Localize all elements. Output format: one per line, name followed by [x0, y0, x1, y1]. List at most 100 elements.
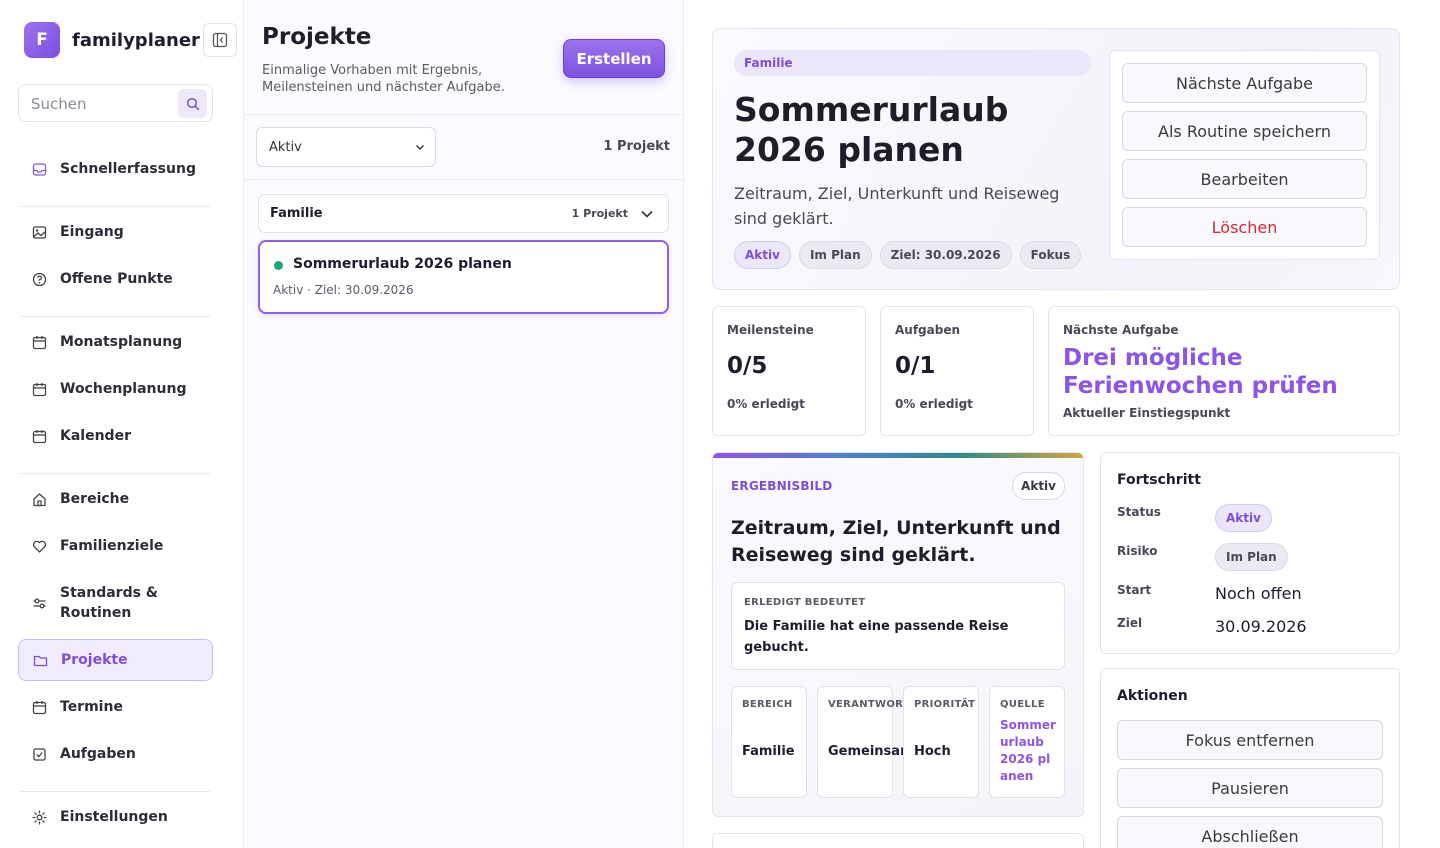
sidebar-item-label: Offene Punkte: [60, 271, 173, 287]
meta-owner: VERANTWORTLICH Gemeinsam: [817, 686, 937, 798]
sidebar-item-label: Monatsplanung: [60, 334, 183, 350]
progress-label: Ziel: [1117, 616, 1143, 630]
search-icon: [186, 97, 199, 110]
calendar-icon: [31, 381, 47, 397]
status-filter-value: Aktiv: [269, 139, 302, 155]
progress-status-chip: Aktiv: [1215, 504, 1272, 532]
edit-button[interactable]: Bearbeiten: [1122, 159, 1367, 199]
sidebar-item-aufgaben[interactable]: Aufgaben: [18, 738, 213, 770]
next-task-button[interactable]: Nächste Aufgabe: [1122, 63, 1367, 103]
sidebar-item-label: Kalender: [60, 428, 131, 444]
sidebar-item-label: Aufgaben: [60, 746, 136, 762]
sidebar-item-projekte[interactable]: Projekte: [18, 639, 213, 681]
sidebar-item-label: Projekte: [61, 652, 128, 668]
actions-title: Aktionen: [1117, 688, 1188, 704]
status-chips: Aktiv Im Plan Ziel: 30.09.2026 Fokus: [734, 241, 1082, 269]
sidebar-item-monatsplanung[interactable]: Monatsplanung: [18, 326, 213, 358]
search-button[interactable]: [178, 89, 207, 118]
save-as-routine-button[interactable]: Als Routine speichern: [1122, 111, 1367, 151]
project-name: Sommerurlaub 2026 planen: [293, 256, 512, 272]
status-filter-select[interactable]: Aktiv: [256, 127, 436, 167]
sidebar-item-label: Wochenplanung: [60, 381, 187, 397]
meta-area: BEREICH Familie: [731, 686, 807, 798]
home-icon: [31, 491, 47, 507]
sidebar-item-label: Termine: [60, 699, 123, 715]
image-icon: [31, 224, 47, 240]
meta-label: QUELLE: [1000, 699, 1045, 710]
heart-icon: [31, 538, 47, 554]
status-dot: [274, 261, 283, 270]
progress-label: Status: [1117, 505, 1161, 519]
project-list-panel: Projekte Einmalige Vorhaben mit Ergebnis…: [244, 0, 684, 848]
sidebar-item-kalender[interactable]: Kalender: [18, 420, 213, 452]
sidebar-item-label: Eingang: [60, 224, 124, 240]
stat-milestones: Meilensteine 0/5 0% erledigt: [712, 306, 866, 436]
sliders-icon: [31, 595, 47, 611]
sidebar-item-offene-punkte[interactable]: Offene Punkte: [18, 263, 213, 295]
result-title: Zeitraum, Ziel, Unterkunft und Reiseweg …: [731, 517, 1061, 566]
sidebar-item-label: Einstellungen: [60, 809, 168, 825]
stat-label: Meilensteine: [727, 323, 814, 337]
sidebar-item-label: Familienziele: [60, 538, 164, 554]
chip-risk: Im Plan: [798, 241, 872, 269]
hero-actions: Nächste Aufgabe Als Routine speichern Be…: [1109, 50, 1380, 260]
stat-sub: 0% erledigt: [895, 397, 973, 411]
brand[interactable]: F familyplaner: [24, 22, 200, 58]
sidebar-item-termine[interactable]: Termine: [18, 691, 213, 723]
folder-icon: [32, 652, 48, 668]
chevron-down-icon: [641, 210, 653, 218]
inbox-icon: [31, 161, 47, 177]
progress-target-value: 30.09.2026: [1215, 617, 1307, 636]
stat-value: 0/5: [727, 353, 768, 379]
project-card[interactable]: Sommerurlaub 2026 planen Aktiv · Ziel: 3…: [258, 240, 669, 314]
remove-focus-button[interactable]: Fokus entfernen: [1117, 720, 1383, 760]
accent-bar: [713, 453, 1083, 458]
search-input[interactable]: [31, 93, 171, 115]
stat-tasks: Aufgaben 0/1 0% erledigt: [880, 306, 1034, 436]
next-section-card: [712, 833, 1084, 848]
project-count: 1 Projekt: [603, 139, 670, 154]
result-status-badge: Aktiv: [1012, 472, 1065, 500]
actions-card: Aktionen Fokus entfernen Pausieren Absch…: [1100, 668, 1400, 848]
group-header-familie[interactable]: Familie 1 Projekt: [258, 194, 669, 233]
sidebar-item-wochenplanung[interactable]: Wochenplanung: [18, 373, 213, 405]
search-box: [18, 84, 213, 122]
collapse-sidebar-button[interactable]: [203, 23, 237, 57]
source-link[interactable]: Sommerurlaub 2026 planen: [1000, 717, 1056, 785]
sidebar-item-standards-routinen[interactable]: Standards & Routinen: [18, 577, 213, 629]
stat-label: Aufgaben: [895, 323, 961, 337]
definition-of-done: ERLEDIGT BEDEUTET Die Familie hat eine p…: [731, 582, 1065, 670]
complete-button[interactable]: Abschließen: [1117, 816, 1383, 848]
nav-divider: [20, 316, 210, 317]
checkbox-icon: [31, 746, 47, 762]
sidebar-item-label: Bereiche: [60, 491, 130, 507]
progress-start-value: Noch offen: [1215, 584, 1302, 603]
chip-focus: Fokus: [1019, 241, 1082, 269]
project-description: Zeitraum, Ziel, Unterkunft und Reiseweg …: [734, 184, 1060, 228]
sidebar-item-einstellungen[interactable]: Einstellungen: [18, 801, 213, 833]
stat-value: 0/1: [895, 353, 936, 379]
stat-next-task[interactable]: Nächste Aufgabe Drei mögliche Ferienwoch…: [1048, 306, 1400, 436]
meta-priority: PRIORITÄT Hoch: [903, 686, 979, 798]
progress-label: Start: [1117, 583, 1152, 597]
meta-label: BEREICH: [742, 699, 793, 710]
brand-name: familyplaner: [72, 29, 200, 51]
create-project-button[interactable]: Erstellen: [563, 39, 665, 78]
sidebar-item-bereiche[interactable]: Bereiche: [18, 483, 213, 515]
progress-card: Fortschritt Status Aktiv Risiko Im Plan …: [1100, 452, 1400, 654]
help-circle-icon: [31, 271, 47, 287]
next-task-title[interactable]: Drei mögliche Ferienwochen prüfen: [1063, 344, 1383, 400]
pause-button[interactable]: Pausieren: [1117, 768, 1383, 808]
progress-label: Risiko: [1117, 544, 1158, 558]
sidebar-item-schnellerfassung[interactable]: Schnellerfassung: [18, 153, 213, 185]
chip-target: Ziel: 30.09.2026: [879, 241, 1012, 269]
sidebar-item-eingang[interactable]: Eingang: [18, 216, 213, 248]
delete-button[interactable]: Löschen: [1122, 207, 1367, 247]
stat-sub: Aktueller Einstiegspunkt: [1063, 406, 1231, 420]
calendar-icon: [31, 334, 47, 350]
sidebar-item-familienziele[interactable]: Familienziele: [18, 530, 213, 562]
progress-title: Fortschritt: [1117, 472, 1201, 488]
meta-value: Gemeinsam: [828, 744, 914, 759]
nav-divider: [20, 791, 210, 792]
done-text: Die Familie hat eine passende Reise gebu…: [744, 619, 1009, 655]
